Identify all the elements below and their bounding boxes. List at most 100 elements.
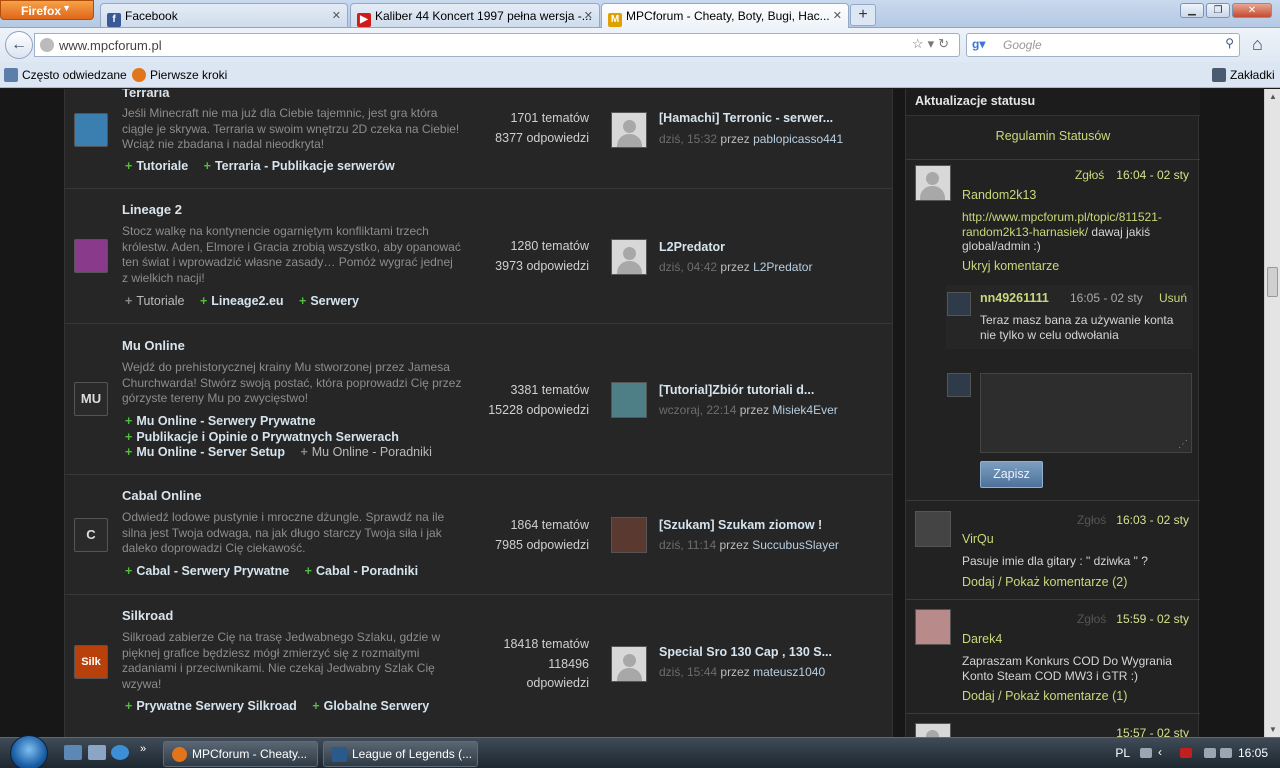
bookmarks-menu-button[interactable]: Zakładki	[1212, 68, 1275, 82]
chevron-left-icon[interactable]: ‹	[1158, 745, 1170, 759]
avatar[interactable]	[611, 239, 647, 275]
bookmark-getting-started[interactable]: Pierwsze kroki	[132, 68, 227, 82]
subforum-link[interactable]: + Mu Online - Serwery Prywatne	[125, 414, 473, 430]
new-tab-button[interactable]: +	[850, 4, 876, 26]
subforum-link[interactable]: + Tutoriale	[125, 294, 184, 310]
lineage2-icon	[74, 239, 108, 273]
last-post-title[interactable]: Special Sro 130 Cap , 130 S...	[659, 645, 832, 659]
last-post-user[interactable]: Misiek4Ever	[772, 403, 837, 417]
subforum-link[interactable]: + Lineage2.eu	[200, 294, 284, 310]
show-desktop-icon[interactable]	[64, 745, 82, 760]
page-scrollbar[interactable]: ▲ ▼	[1264, 89, 1280, 737]
last-post-title[interactable]: L2Predator	[659, 240, 725, 254]
forum-stats: 1864 tematów 7985 odpowiedzi	[445, 516, 589, 555]
status-user[interactable]: Darek4	[962, 632, 1002, 646]
taskbar-window-firefox[interactable]: MPCforum - Cheaty...	[163, 741, 318, 767]
avatar[interactable]	[611, 382, 647, 418]
subforum-link[interactable]: + Prywatne Serwery Silkroad	[125, 699, 297, 715]
show-comments-link[interactable]: Dodaj / Pokaż komentarze (1)	[962, 689, 1127, 703]
avatar[interactable]	[611, 646, 647, 682]
subforum-label: Lineage2.eu	[211, 294, 284, 308]
scrollbar-thumb[interactable]	[1267, 267, 1278, 297]
avatar[interactable]	[915, 511, 951, 547]
close-window-icon[interactable]: ✕	[1232, 3, 1272, 18]
firefox-menu-button[interactable]: Firefox ▼	[0, 0, 94, 20]
scroll-up-icon[interactable]: ▲	[1269, 92, 1277, 101]
avatar[interactable]	[611, 112, 647, 148]
forum-title[interactable]: Silkroad	[122, 608, 173, 623]
minimize-icon[interactable]: ▁	[1180, 3, 1204, 18]
subforum-link[interactable]: + Tutoriale	[125, 159, 188, 175]
restore-icon[interactable]: ❐	[1206, 3, 1230, 18]
keyboard-icon[interactable]	[1140, 748, 1152, 758]
volume-icon[interactable]	[1220, 748, 1232, 758]
show-comments-link[interactable]: Dodaj / Pokaż komentarze (2)	[962, 575, 1127, 589]
search-icon[interactable]: ⚲	[1225, 36, 1234, 50]
search-input[interactable]: g▾ Google ⚲	[966, 33, 1240, 57]
comment-user[interactable]: nn49261111	[980, 291, 1049, 305]
network-icon[interactable]	[1204, 748, 1216, 758]
close-tab-icon[interactable]: ✕	[332, 9, 341, 22]
avatar[interactable]	[611, 517, 647, 553]
subforum-link[interactable]: + Cabal - Poradniki	[305, 564, 418, 580]
forum-title[interactable]: Lineage 2	[122, 202, 182, 217]
subforum-link[interactable]: + Serwery	[299, 294, 359, 310]
avatar[interactable]	[915, 165, 951, 201]
avatar[interactable]	[947, 292, 971, 316]
tray-app-icon[interactable]	[1180, 748, 1192, 758]
tab-facebook[interactable]: f Facebook ✕	[100, 3, 348, 27]
subforum-link[interactable]: + Terraria - Publikacje serwerów	[204, 159, 395, 175]
last-post-user[interactable]: L2Predator	[753, 260, 812, 274]
last-post-title[interactable]: [Szukam] Szukam ziomow !	[659, 518, 822, 532]
subforum-link[interactable]: + Cabal - Serwery Prywatne	[125, 564, 289, 580]
explorer-icon[interactable]	[88, 745, 106, 760]
close-tab-icon[interactable]: ✕	[833, 9, 842, 22]
back-button[interactable]: ←	[5, 31, 33, 59]
last-post-user[interactable]: SuccubusSlayer	[752, 538, 839, 552]
delete-comment-link[interactable]: Usuń	[1159, 291, 1187, 305]
reload-icon[interactable]: ↻	[938, 36, 953, 51]
forum-title[interactable]: Cabal Online	[122, 488, 201, 503]
clock[interactable]: 16:05	[1238, 746, 1268, 760]
quicklaunch-more-icon[interactable]: »	[140, 743, 150, 758]
language-indicator[interactable]: PL	[1115, 746, 1130, 760]
forum-title[interactable]: Mu Online	[122, 338, 185, 353]
address-bar[interactable]: www.mpcforum.pl ☆▾↻	[34, 33, 960, 57]
forum-title[interactable]: Terraria	[122, 89, 169, 100]
status-user[interactable]: Random2k13	[962, 188, 1036, 202]
bookmark-most-visited[interactable]: Często odwiedzane	[4, 68, 127, 82]
plus-icon: +	[125, 414, 133, 428]
status-meta: Zgłoś 15:59 - 02 sty	[1077, 612, 1189, 626]
subforum-link[interactable]: + Publikacje i Opinie o Prywatnych Serwer…	[125, 430, 473, 446]
report-link[interactable]: Zgłoś	[1077, 612, 1106, 626]
subforum-label: Serwery	[310, 294, 359, 308]
scroll-down-icon[interactable]: ▼	[1269, 725, 1277, 734]
internet-explorer-icon[interactable]	[111, 745, 129, 760]
resize-grip-icon[interactable]: ⋰	[1178, 439, 1188, 450]
subforum-link[interactable]: + Mu Online - Poradniki	[300, 445, 432, 461]
hide-comments-link[interactable]: Ukryj komentarze	[962, 259, 1059, 273]
last-post-title[interactable]: [Hamachi] Terronic - serwer...	[659, 111, 833, 125]
avatar[interactable]	[915, 723, 951, 737]
subforum-link[interactable]: + Globalne Serwery	[312, 699, 429, 715]
history-dropdown-icon[interactable]: ▾	[928, 36, 939, 51]
last-post-title[interactable]: [Tutorial]Zbiór tutoriali d...	[659, 383, 814, 397]
start-button[interactable]	[10, 735, 48, 768]
report-link[interactable]: Zgłoś	[1075, 168, 1104, 182]
taskbar-window-lol[interactable]: League of Legends (...	[323, 741, 478, 767]
replies-label: odpowiedzi	[526, 676, 589, 690]
avatar[interactable]	[915, 609, 951, 645]
report-link[interactable]: Zgłoś	[1077, 513, 1106, 527]
last-post-user[interactable]: mateusz1040	[753, 665, 825, 679]
status-user[interactable]: VirQu	[962, 532, 994, 546]
tab-youtube[interactable]: ▶ Kaliber 44 Koncert 1997 pełna wersja -.…	[350, 3, 600, 27]
status-rules-link[interactable]: Regulamin Statusów	[906, 129, 1200, 143]
bookmark-star-icon[interactable]: ☆	[912, 36, 928, 51]
save-button[interactable]: Zapisz	[980, 461, 1043, 488]
last-post-user[interactable]: pablopicasso441	[753, 132, 843, 146]
comment-textarea[interactable]: ⋰	[980, 373, 1192, 453]
tab-mpcforum[interactable]: M MPCforum - Cheaty, Boty, Bugi, Hac... ✕	[601, 3, 849, 28]
home-icon[interactable]: ⌂	[1252, 34, 1263, 55]
subforum-link[interactable]: + Mu Online - Server Setup	[125, 445, 285, 461]
close-tab-icon[interactable]: ✕	[584, 9, 593, 22]
